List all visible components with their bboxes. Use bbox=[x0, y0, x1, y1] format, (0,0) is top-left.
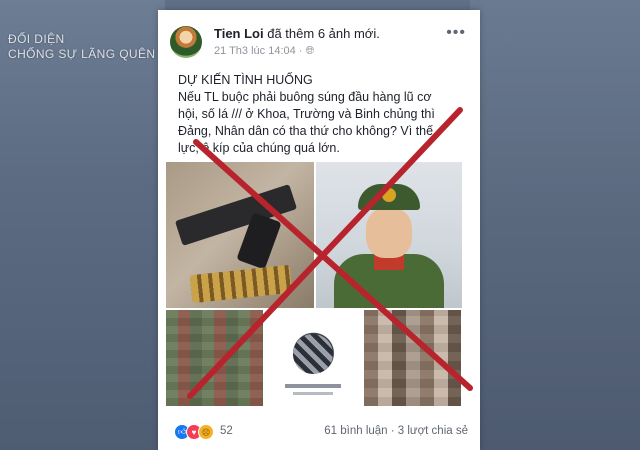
post-text-line: Nếu TL buộc phải buông súng đầu hàng lũ … bbox=[178, 90, 432, 104]
face-shape bbox=[366, 208, 412, 258]
more-options-icon[interactable]: ••• bbox=[446, 24, 466, 42]
post-body-text: DỰ KIẾN TÌNH HUỐNG Nếu TL buộc phải buôn… bbox=[178, 72, 463, 157]
watermark-line-1: ĐỐI DIỆN bbox=[8, 32, 65, 46]
post-header: Tien Loi đã thêm 6 ảnh mới. 21 Th3 lúc 1… bbox=[170, 24, 470, 60]
globe-icon: · 🌐︎ bbox=[298, 45, 315, 57]
photo-pixelated-group[interactable] bbox=[364, 310, 461, 406]
channel-watermark: ĐỐI DIỆN CHỐNG SỰ LÃNG QUÊN bbox=[8, 32, 155, 62]
pistol-shape bbox=[174, 184, 298, 246]
post-text-line: lực, ê kíp của chúng quá lớn. bbox=[178, 141, 340, 155]
sad-face-icon: ☹ bbox=[198, 424, 214, 440]
blurred-caption-shape bbox=[293, 392, 333, 395]
bullets-shape bbox=[189, 264, 293, 304]
reaction-icons[interactable]: 👍︎ ♥ ☹ bbox=[174, 424, 214, 440]
facebook-post-card: Tien Loi đã thêm 6 ảnh mới. 21 Th3 lúc 1… bbox=[158, 10, 480, 450]
background-left bbox=[0, 0, 165, 450]
post-timestamp-link[interactable]: 21 Th3 lúc 14:04 bbox=[214, 45, 296, 57]
post-action-text: đã thêm 6 ảnh mới. bbox=[267, 26, 380, 41]
author-avatar[interactable] bbox=[170, 26, 202, 58]
watermark-line-2: CHỐNG SỰ LÃNG QUÊN bbox=[8, 47, 156, 61]
photo-grid bbox=[166, 162, 462, 406]
comments-shares-count[interactable]: 61 bình luận · 3 lượt chia sẻ bbox=[324, 425, 468, 437]
post-meta: 21 Th3 lúc 14:04 · 🌐︎ bbox=[214, 45, 314, 58]
post-text-line: DỰ KIẾN TÌNH HUỐNG bbox=[178, 73, 313, 87]
post-text-line: Đảng, Nhân dân có tha thứ cho không? Vì … bbox=[178, 124, 434, 138]
author-line: Tien Loi đã thêm 6 ảnh mới. bbox=[214, 26, 380, 41]
cap-badge-shape bbox=[382, 188, 396, 202]
photo-pistol-ammunition[interactable] bbox=[166, 162, 314, 308]
author-name-link[interactable]: Tien Loi bbox=[214, 26, 264, 41]
photo-soldier-portrait[interactable] bbox=[316, 162, 462, 308]
reaction-count[interactable]: 52 bbox=[220, 425, 233, 437]
post-text-line: hội, số lá /// ở Khoa, Trường và Binh ch… bbox=[178, 107, 435, 121]
background-right bbox=[470, 0, 640, 450]
blurred-caption-shape bbox=[285, 384, 341, 388]
photo-pixelated-profile[interactable] bbox=[265, 310, 362, 406]
pixelated-avatar-shape bbox=[293, 334, 333, 374]
post-footer: 👍︎ ♥ ☹ 52 61 bình luận · 3 lượt chia sẻ bbox=[174, 422, 468, 442]
photo-pixelated-person[interactable] bbox=[166, 310, 263, 406]
